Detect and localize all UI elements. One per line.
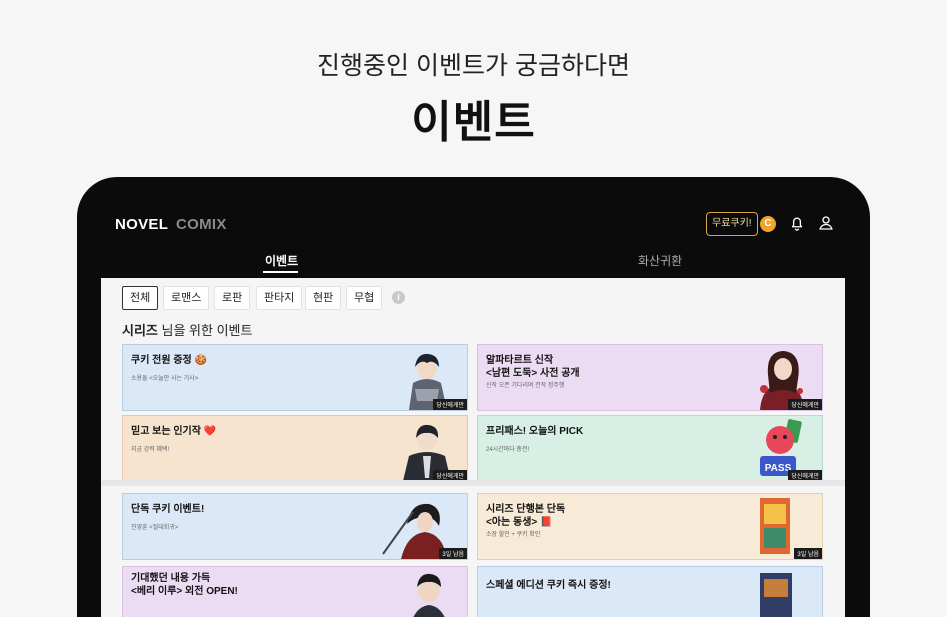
event-card-title: 믿고 보는 인기작 ❤️ [131,426,217,437]
event-card-title-line: <남편 도둑> 사전 공개 [486,368,580,379]
event-card[interactable]: 프리패스! 오늘의 PICK 24시간마다 충전! PASS 당신에게만 [477,415,823,482]
event-card[interactable]: 단독 쿠키 이벤트! 진영훈 <절대회귀> 3일 남음 [122,493,468,560]
category-modern-fantasy[interactable]: 현판 [305,286,342,310]
user-icon[interactable] [817,214,835,232]
category-martial[interactable]: 무협 [346,286,383,310]
tab-event[interactable]: 이벤트 [265,252,298,269]
section-title-user: 시리즈 [122,323,158,338]
event-card-badge: 3일 남음 [439,548,467,559]
event-card-title-line: 알파타르트 신작 [486,355,554,366]
category-fantasy[interactable]: 판타지 [256,286,303,310]
free-cookie-button[interactable]: 무료쿠키! [706,212,758,236]
event-card-title: 기대했던 내용 가득 <베리 이루> 외전 OPEN! [131,572,238,598]
event-card-badge: 당신에게만 [433,399,467,410]
event-card-subtitle: 소용돌 <오늘만 사는 기사> [131,376,199,382]
man-portrait-illustration [413,573,445,617]
event-card-title: 프리패스! 오늘의 PICK [486,426,584,437]
section-title-rest: 님을 위한 이벤트 [157,323,253,338]
event-card[interactable]: 알파타르트 신작 <남편 도둑> 사전 공개 신작 오픈 기다리며 전작 정주행… [477,344,823,411]
event-card-subtitle: 소장 할인 + 쿠키 확인 [486,532,541,538]
cookie-coin-icon[interactable]: C [760,216,776,232]
event-card-subtitle: 지금 강력 혜택! [131,447,170,453]
section-title: 시리즈 님을 위한 이벤트 [122,320,252,339]
event-card-title: 단독 쿠키 이벤트! [131,504,205,515]
event-card[interactable]: 믿고 보는 인기작 ❤️ 지금 강력 혜택! 당신에게만 [122,415,468,482]
event-card-title-line: 기대했던 내용 가득 [131,573,211,584]
tab-hwasan[interactable]: 화산귀환 [638,252,682,269]
category-romance[interactable]: 로맨스 [163,286,210,310]
active-tab-indicator [263,271,298,273]
event-card-subtitle: 24시간마다 충전! [486,447,530,453]
bell-icon[interactable] [788,214,806,232]
category-all[interactable]: 전체 [122,286,159,310]
brand-comix-link[interactable]: COMIX [176,216,227,233]
event-card-title: 시리즈 단행본 단독 <아는 동생> 📕 [486,503,565,529]
brand-novel-link[interactable]: NOVEL [115,216,168,233]
event-card-title-line: <아는 동생> 📕 [486,517,553,528]
special-edition-cover-illustration [760,573,792,617]
event-card-badge: 당신에게만 [788,399,822,410]
section-divider [101,480,845,486]
event-card-title: 스페셜 에디션 쿠키 즉시 증정! [486,580,611,591]
event-card-title: 쿠키 전원 증정 🍪 [131,355,207,366]
event-card-title: 알파타르트 신작 <남편 도둑> 사전 공개 [486,354,580,380]
event-card[interactable]: 시리즈 단행본 단독 <아는 동생> 📕 소장 할인 + 쿠키 확인 3일 남음 [477,493,823,560]
event-card-subtitle: 진영훈 <절대회귀> [131,525,179,531]
event-card-badge: 3일 남음 [794,548,822,559]
info-icon[interactable]: i [392,291,405,304]
app-header: NOVEL COMIX 무료쿠키! C [77,207,870,243]
hero-title: 이벤트 [411,98,536,147]
event-card-subtitle: 신작 오픈 기다리며 전작 정주행 [486,383,565,389]
event-card-title-line: 시리즈 단행본 단독 [486,504,566,515]
event-card[interactable]: 쿠키 전원 증정 🍪 소용돌 <오늘만 사는 기사> 당신에게만 [122,344,468,411]
tablet-device: NOVEL COMIX 무료쿠키! C 이벤트 화산귀환 전체 로맨스 로판 판… [77,177,870,617]
event-content: 전체 로맨스 로판 판타지 현판 무협 i 시리즈 님을 위한 이벤트 쿠키 전… [101,278,845,617]
category-rofan[interactable]: 로판 [214,286,251,310]
hero-subtitle: 진행중인 이벤트가 궁금하다면 [317,52,630,80]
